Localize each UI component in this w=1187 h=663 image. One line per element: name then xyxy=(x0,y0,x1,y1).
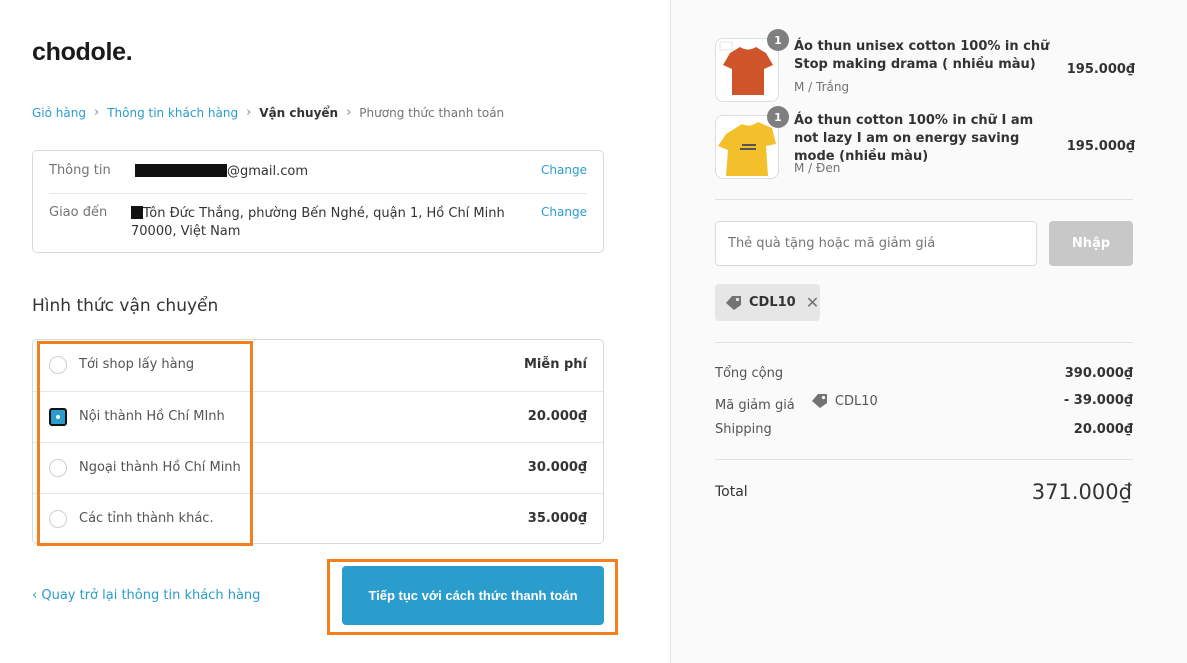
shipping-option-price: 20.000₫ xyxy=(527,409,587,424)
breadcrumb-shipping: Vận chuyển xyxy=(259,105,339,120)
divider xyxy=(715,459,1133,460)
chevron-right-icon: › xyxy=(346,105,352,120)
applied-discount-chip: CDL10 ✕ xyxy=(715,284,820,321)
applied-discount-code: CDL10 xyxy=(749,295,796,310)
ship-to-address: Tôn Đức Thắng, phường Bến Nghé, quận 1, … xyxy=(131,206,505,239)
ship-to-label: Giao đến xyxy=(49,205,108,220)
product-item: 1 Áo thun unisex cotton 100% in chữ Stop… xyxy=(715,29,1135,102)
discount-row: Mã giảm giá CDL10 - 39.000₫ xyxy=(715,393,1133,413)
chevron-right-icon: › xyxy=(93,105,100,120)
chevron-right-icon: › xyxy=(246,105,252,120)
quantity-badge: 1 xyxy=(767,106,789,128)
discount-code-tag: CDL10 xyxy=(811,393,878,409)
subtotal-value: 390.000₫ xyxy=(1064,366,1133,381)
checkout-main-panel: chodole. Giỏ hàng › Thông tin khách hàng… xyxy=(0,0,670,663)
total-label: Total xyxy=(715,484,748,500)
shipping-option-price: 30.000₫ xyxy=(527,460,587,475)
shipping-value: 20.000₫ xyxy=(1073,422,1133,437)
subtotal-label: Tổng cộng xyxy=(715,366,784,381)
redacted-email-mark xyxy=(135,164,227,177)
discount-code-input[interactable] xyxy=(715,221,1037,266)
breadcrumb-customer-info[interactable]: Thông tin khách hàng xyxy=(107,106,238,120)
discount-value: - 39.000₫ xyxy=(1063,393,1133,408)
change-address-link[interactable]: Change xyxy=(541,205,587,219)
product-name: Áo thun unisex cotton 100% in chữ Stop m… xyxy=(794,39,1050,72)
contact-value: @gmail.com xyxy=(135,163,515,181)
chevron-left-icon: ‹ xyxy=(32,588,42,603)
tshirt-image xyxy=(718,122,776,176)
tag-icon xyxy=(811,394,827,408)
divider xyxy=(715,342,1133,343)
subtotal-row: Tổng cộng 390.000₫ xyxy=(715,366,1133,381)
breadcrumb: Giỏ hàng › Thông tin khách hàng › Vận ch… xyxy=(32,105,504,120)
contact-row: Thông tin @gmail.com Change xyxy=(49,163,587,193)
product-price: 195.000₫ xyxy=(1066,139,1135,154)
apply-discount-button[interactable]: Nhập xyxy=(1049,221,1133,266)
total-value: 371.000₫ xyxy=(1031,480,1132,504)
shipping-row: Shipping 20.000₫ xyxy=(715,422,1133,437)
tag-icon xyxy=(726,295,741,310)
order-summary-panel: 1 Áo thun unisex cotton 100% in chữ Stop… xyxy=(670,0,1187,663)
shipping-option-price: 35.000₫ xyxy=(527,511,587,526)
discount-label: Mã giảm giá xyxy=(715,398,795,413)
change-contact-link[interactable]: Change xyxy=(541,163,587,177)
product-variant: M / Đen xyxy=(794,161,841,175)
quantity-badge: 1 xyxy=(767,29,789,51)
redacted-address-mark xyxy=(131,206,143,219)
brand-logo[interactable]: chodole. xyxy=(32,38,133,67)
back-link-label: Quay trở lại thông tin khách hàng xyxy=(41,588,261,603)
ship-to-value: Tôn Đức Thắng, phường Bến Nghé, quận 1, … xyxy=(131,205,511,241)
shipping-option-price: Miễn phí xyxy=(523,357,587,372)
tshirt-image xyxy=(719,41,773,95)
shipping-label: Shipping xyxy=(715,422,772,437)
shipping-method-title: Hình thức vận chuyển xyxy=(32,296,219,316)
close-icon[interactable]: ✕ xyxy=(806,293,819,312)
breadcrumb-payment: Phương thức thanh toán xyxy=(359,105,505,120)
info-divider xyxy=(49,193,587,194)
product-item: 1 Áo thun cotton 100% in chữ I am not la… xyxy=(715,106,1135,179)
product-variant: M / Trắng xyxy=(794,80,850,94)
contact-email-domain: @gmail.com xyxy=(227,164,309,179)
discount-code-text: CDL10 xyxy=(834,393,878,409)
breadcrumb-cart[interactable]: Giỏ hàng xyxy=(32,106,86,120)
product-name: Áo thun cotton 100% in chữ I am not lazy… xyxy=(794,113,1034,164)
contact-label: Thông tin xyxy=(49,163,111,178)
customer-info-review: Thông tin @gmail.com Change Giao đến Tôn… xyxy=(32,150,604,253)
highlight-shipping-options xyxy=(37,341,253,546)
back-to-customer-info-link[interactable]: ‹ Quay trở lại thông tin khách hàng xyxy=(32,588,260,603)
product-price: 195.000₫ xyxy=(1066,62,1135,77)
continue-to-payment-button[interactable]: Tiếp tục với cách thức thanh toán xyxy=(342,566,604,625)
divider xyxy=(715,199,1133,200)
